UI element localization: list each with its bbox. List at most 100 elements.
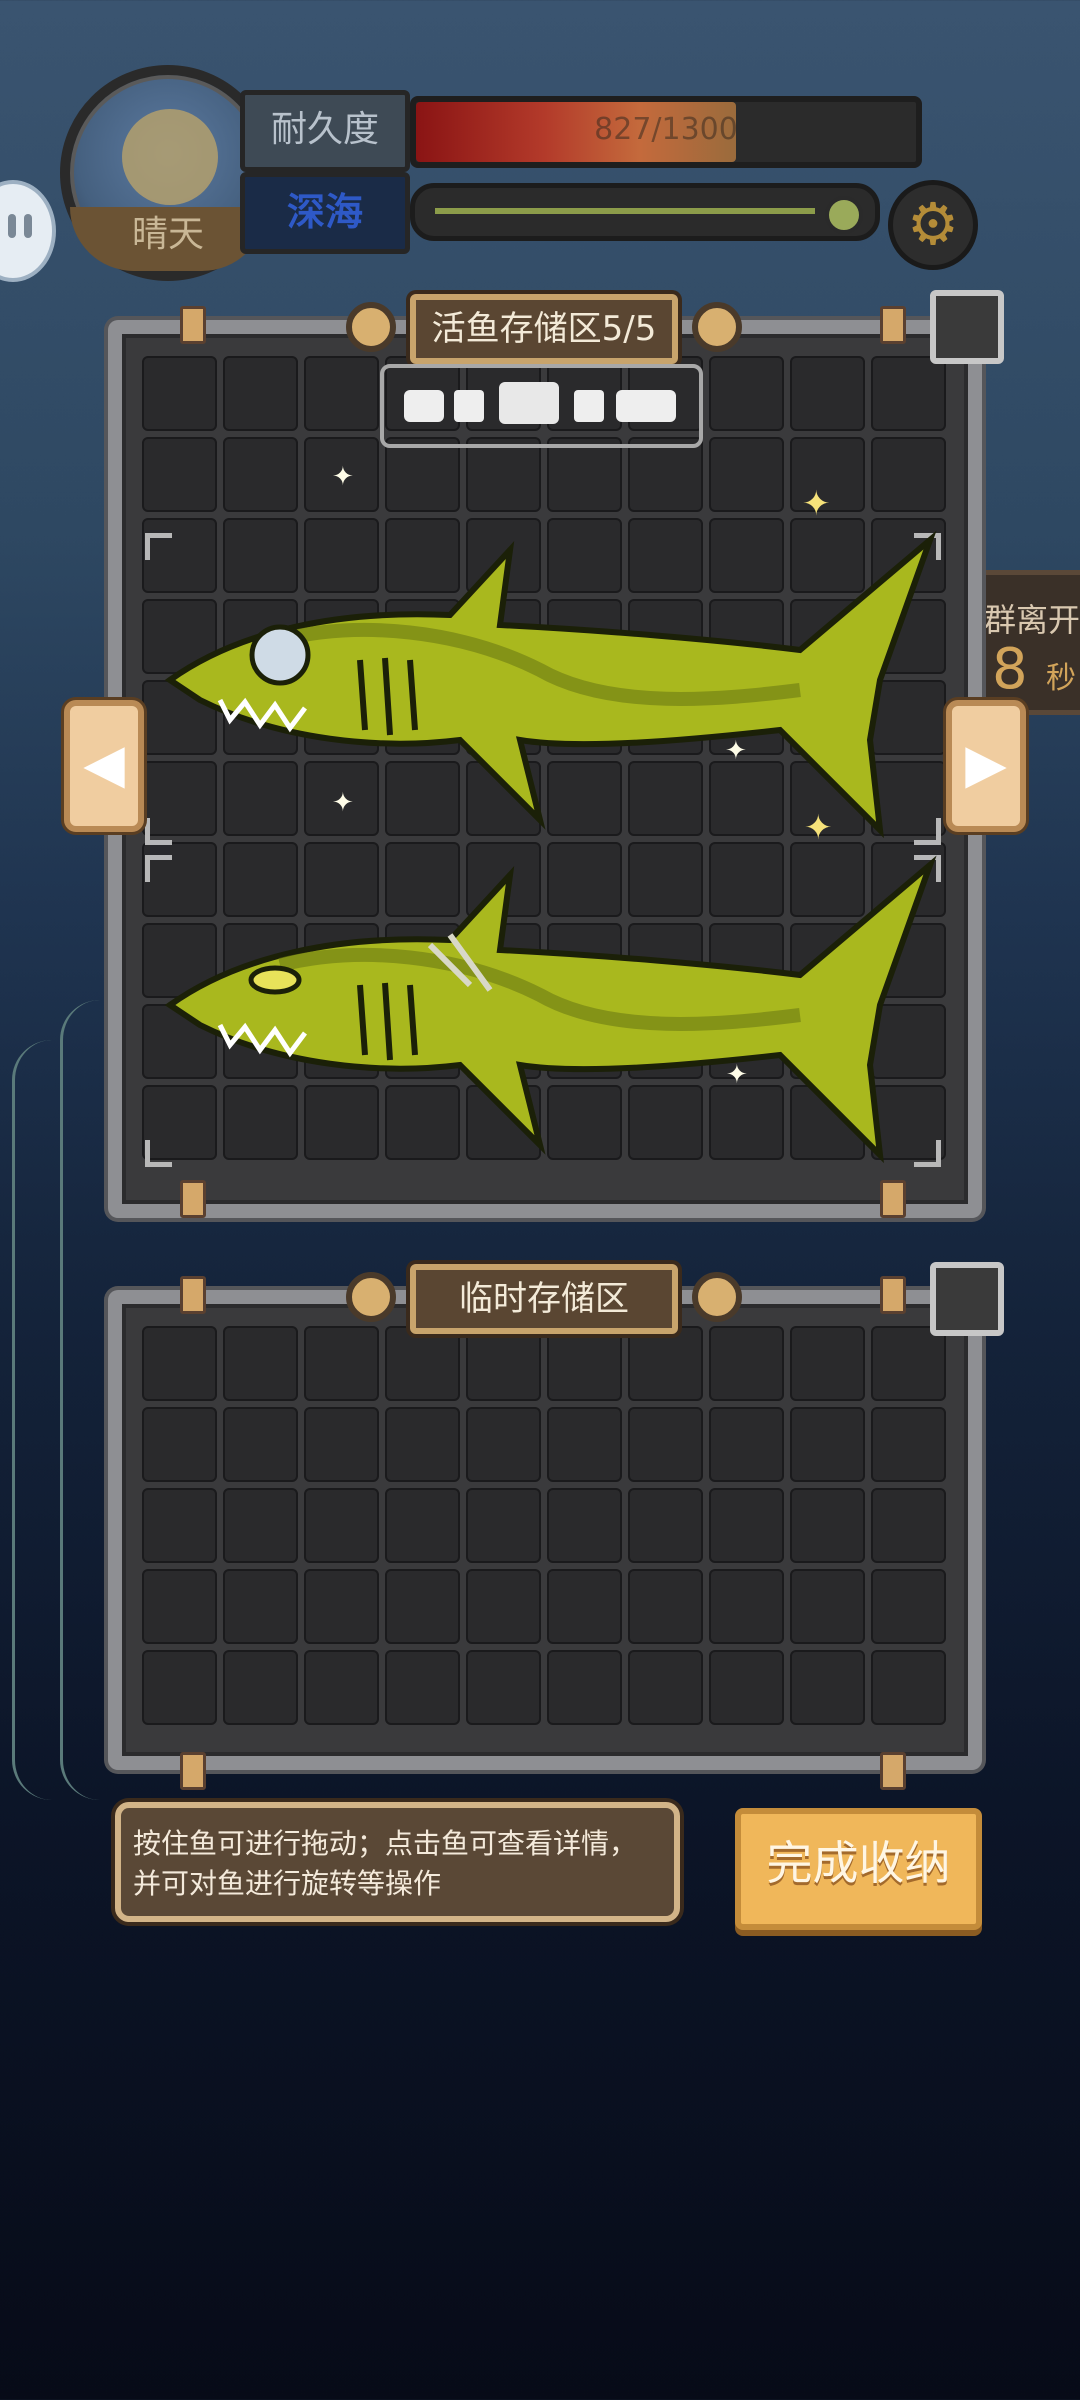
title-ring-left [346,302,396,352]
shark-fish-2[interactable] [160,855,940,1165]
temp-storage-grid-cell[interactable] [790,1569,865,1644]
temp-storage-grid-cell[interactable] [871,1326,946,1401]
temp-storage-grid-cell[interactable] [709,1569,784,1644]
depth-track [435,208,815,214]
sparkle-icon: ✦ [802,484,831,524]
shark-fish-1[interactable] [160,530,940,840]
temp-storage-grid-cell[interactable] [223,1488,298,1563]
title-ring-right [692,1272,742,1322]
temp-storage-grid-cell[interactable] [709,1326,784,1401]
live-storage-grid-cell[interactable] [547,437,622,512]
gear-icon[interactable]: ⚙ [888,180,978,270]
temp-storage-grid-cell[interactable] [547,1488,622,1563]
temp-storage-grid-cell[interactable] [790,1650,865,1725]
temp-storage-grid [142,1326,946,1725]
live-storage-grid-cell[interactable] [142,356,217,431]
temp-storage-grid-cell[interactable] [142,1650,217,1725]
temp-storage-grid-cell[interactable] [142,1569,217,1644]
title-ring-right [692,302,742,352]
temp-storage-grid-cell[interactable] [385,1569,460,1644]
sparkle-icon: ✦ [804,808,833,848]
temp-storage-grid-cell[interactable] [709,1488,784,1563]
temp-storage-grid-cell[interactable] [466,1407,541,1482]
frame-bolt [880,1752,906,1790]
sparkle-icon: ✦ [726,1060,748,1090]
live-storage-grid-cell[interactable] [466,437,541,512]
live-storage-grid-cell[interactable] [709,437,784,512]
sparkle-icon: ✦ [725,736,747,766]
live-storage-grid-cell[interactable] [871,356,946,431]
finish-storing-button[interactable]: 完成收纳 [735,1808,982,1930]
operation-hint: 按住鱼可进行拖动；点击鱼可查看详情，并可对鱼进行旋转等操作 [115,1802,680,1922]
temp-storage-grid-cell[interactable] [628,1326,703,1401]
side-chat-bubble-icon[interactable] [0,180,56,282]
timer-unit: 秒 [1046,661,1076,696]
seaweed-decoration [12,1040,55,1800]
temp-storage-grid-cell[interactable] [304,1407,379,1482]
temp-storage-grid-cell[interactable] [142,1407,217,1482]
temp-storage-grid-cell[interactable] [466,1569,541,1644]
live-storage-grid-cell[interactable] [871,437,946,512]
temp-storage-grid-cell[interactable] [871,1569,946,1644]
temp-storage-grid-cell[interactable] [628,1488,703,1563]
temp-storage-grid-cell[interactable] [790,1407,865,1482]
temp-storage-title: 临时存储区 [410,1264,678,1334]
temp-storage-grid-cell[interactable] [871,1650,946,1725]
temp-storage-grid-cell[interactable] [547,1326,622,1401]
temp-storage-grid-cell[interactable] [304,1326,379,1401]
live-storage-title: 活鱼存储区5/5 [410,294,678,364]
temp-storage-grid-cell[interactable] [547,1569,622,1644]
temp-storage-grid-cell[interactable] [304,1569,379,1644]
live-storage-grid-cell[interactable] [709,356,784,431]
temp-storage-grid-cell[interactable] [223,1326,298,1401]
sun-icon [122,109,218,205]
temp-storage-grid-cell[interactable] [142,1488,217,1563]
temp-storage-grid-cell[interactable] [547,1407,622,1482]
live-storage-grid-cell[interactable] [790,356,865,431]
chevron-left-icon[interactable]: ◀ [64,700,144,832]
temp-storage-grid-cell[interactable] [547,1650,622,1725]
temp-storage-grid-cell[interactable] [142,1326,217,1401]
temp-storage-grid-cell[interactable] [628,1650,703,1725]
temp-storage-grid-cell[interactable] [790,1326,865,1401]
temp-storage-grid-cell[interactable] [871,1407,946,1482]
depth-label: 深海 [240,172,410,254]
seaweed-decoration [60,1000,103,1800]
temp-storage-grid-cell[interactable] [709,1407,784,1482]
crown-icon [454,390,484,422]
temp-storage-grid-cell[interactable] [385,1488,460,1563]
durability-bar: 827/1300 [410,96,922,168]
frame-bolt [880,306,906,344]
temp-storage-grid-cell[interactable] [304,1488,379,1563]
temp-storage-grid-cell[interactable] [385,1650,460,1725]
temp-storage-grid-cell[interactable] [628,1569,703,1644]
temp-storage-grid-cell[interactable] [223,1569,298,1644]
timer-number: 8 [992,637,1028,702]
fish-leave-timer: 群离开 8 秒 [975,570,1080,715]
temp-storage-grid-cell[interactable] [466,1326,541,1401]
temp-storage-grid-cell[interactable] [223,1407,298,1482]
temp-storage-grid-cell[interactable] [466,1488,541,1563]
temp-storage-grid-cell[interactable] [385,1326,460,1401]
temp-storage-grid-cell[interactable] [223,1650,298,1725]
frame-bolt [180,1276,206,1314]
live-storage-grid-cell[interactable] [628,437,703,512]
live-storage-grid-cell[interactable] [304,356,379,431]
corner-storage-box-icon [930,290,1004,364]
live-storage-grid-cell[interactable] [142,437,217,512]
live-storage-grid-cell[interactable] [223,437,298,512]
temp-storage-grid-cell[interactable] [628,1407,703,1482]
temp-storage-grid-cell[interactable] [304,1650,379,1725]
chevron-right-icon[interactable]: ▶ [946,700,1026,832]
frame-bolt [880,1180,906,1218]
temp-storage-grid-cell[interactable] [871,1488,946,1563]
sparkle-icon: ✦ [332,788,354,818]
live-storage-grid-cell[interactable] [223,356,298,431]
bait-equipment-icons[interactable] [380,364,703,448]
temp-storage-grid-cell[interactable] [790,1488,865,1563]
temp-storage-grid-cell[interactable] [709,1650,784,1725]
temp-storage-grid-cell[interactable] [466,1650,541,1725]
live-storage-grid-cell[interactable] [385,437,460,512]
temp-storage-grid-cell[interactable] [385,1407,460,1482]
weather-label: 晴天 [70,207,266,271]
